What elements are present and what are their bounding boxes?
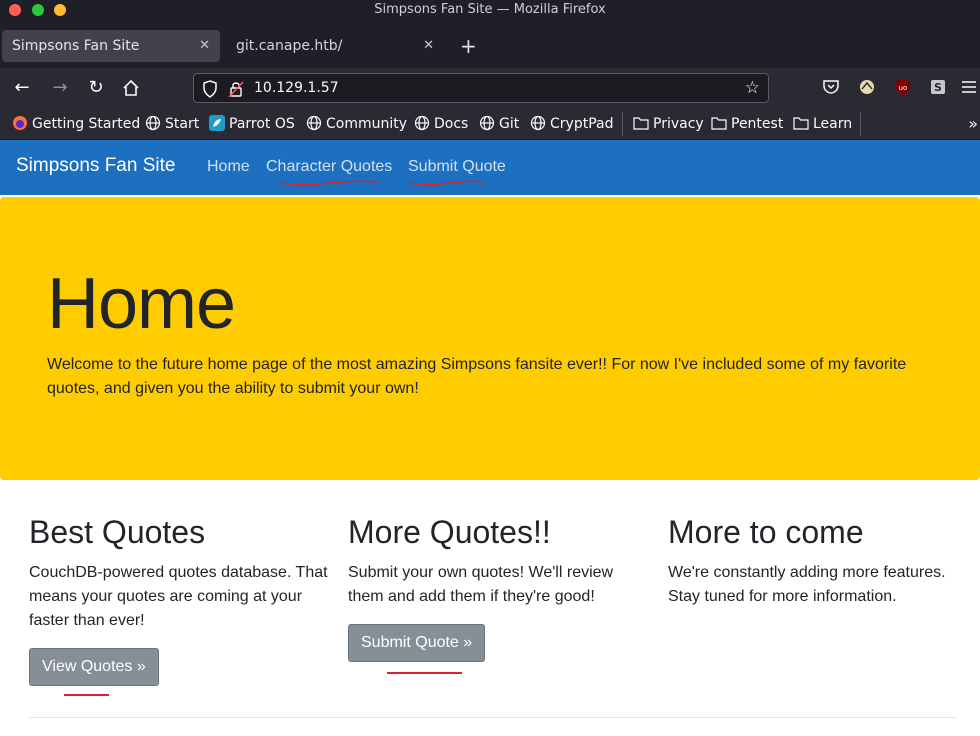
menu-icon[interactable] (960, 78, 978, 96)
new-tab-icon[interactable]: + (460, 34, 477, 58)
bookmark-docs[interactable]: Docs (414, 114, 468, 134)
bookmark-separator (860, 112, 861, 136)
divider (29, 717, 957, 718)
globe-icon (414, 115, 430, 131)
nav-character-quotes[interactable]: Character Quotes (266, 158, 392, 176)
svg-text:S: S (934, 81, 942, 94)
tab-strip: Simpsons Fan Site ✕ git.canape.htb/ ✕ + (0, 22, 980, 68)
back-icon[interactable]: ← (10, 76, 34, 100)
close-icon[interactable]: ✕ (199, 30, 210, 62)
browser-toolbar: ← → ↻ 10.129.1.57 ☆ uo S (0, 68, 980, 108)
shield-icon[interactable] (202, 80, 218, 102)
tab-git[interactable]: git.canape.htb/ ✕ (226, 30, 444, 62)
bookmarks-toolbar: Getting Started Start Parrot OS Communit… (0, 108, 980, 140)
reload-icon[interactable]: ↻ (84, 76, 108, 100)
submit-quote-button[interactable]: Submit Quote » (348, 624, 486, 662)
nav-home[interactable]: Home (207, 158, 250, 176)
close-window-button[interactable] (9, 4, 21, 16)
window-title: Simpsons Fan Site — Mozilla Firefox (374, 2, 606, 17)
folder-icon (633, 115, 649, 131)
insecure-lock-icon[interactable] (228, 80, 244, 102)
extension-icon[interactable] (858, 78, 876, 96)
column-text: Submit your own quotes! We'll review the… (348, 564, 614, 605)
column-more-quotes: More Quotes!! Submit your own quotes! We… (348, 514, 648, 609)
bookmark-parrot-os[interactable]: Parrot OS (209, 114, 295, 134)
tab-simpsons[interactable]: Simpsons Fan Site ✕ (2, 30, 220, 62)
folder-icon (793, 115, 809, 131)
view-quotes-button[interactable]: View Quotes » (29, 648, 159, 686)
stylus-icon[interactable]: S (929, 78, 947, 96)
bookmark-star-icon[interactable]: ☆ (745, 78, 760, 98)
column-more-to-come: More to come We're constantly adding mor… (668, 514, 968, 609)
bookmark-separator (622, 112, 623, 136)
url-bar[interactable]: 10.129.1.57 ☆ (193, 73, 769, 103)
site-navbar: Simpsons Fan Site Home Character Quotes … (0, 140, 980, 195)
bookmark-folder-pentest[interactable]: Pentest (711, 114, 783, 134)
bookmark-community[interactable]: Community (306, 114, 407, 134)
annotation-underline (410, 180, 484, 186)
site-brand[interactable]: Simpsons Fan Site (16, 155, 175, 177)
column-best-quotes: Best Quotes CouchDB-powered quotes datab… (29, 514, 329, 633)
bookmarks-overflow-icon[interactable]: » (968, 114, 978, 133)
maximize-window-button[interactable] (32, 4, 44, 16)
bookmark-git[interactable]: Git (479, 114, 519, 134)
parrot-icon (209, 115, 225, 131)
welcome-text: Welcome to the future home page of the m… (47, 356, 907, 397)
pocket-icon[interactable] (822, 78, 840, 96)
column-text: We're constantly adding more features. S… (668, 564, 946, 605)
column-heading: More Quotes!! (348, 514, 551, 550)
column-text: CouchDB-powered quotes database. That me… (29, 564, 328, 629)
jumbotron: Home Welcome to the future home page of … (0, 197, 980, 480)
folder-icon (711, 115, 727, 131)
column-heading: Best Quotes (29, 514, 206, 550)
firefox-icon (12, 115, 28, 131)
svg-text:uo: uo (899, 84, 908, 92)
annotation-underline (64, 694, 109, 696)
column-heading: More to come (668, 514, 864, 550)
bookmark-start[interactable]: Start (145, 114, 199, 134)
home-icon[interactable] (119, 76, 143, 100)
annotation-underline (280, 180, 380, 186)
bookmark-folder-privacy[interactable]: Privacy (633, 114, 704, 134)
tab-label: git.canape.htb/ (236, 38, 343, 54)
url-text: 10.129.1.57 (254, 80, 339, 96)
globe-icon (306, 115, 322, 131)
window-titlebar: Simpsons Fan Site — Mozilla Firefox (0, 0, 980, 22)
bookmark-cryptpad[interactable]: CryptPad (530, 114, 613, 134)
globe-icon (479, 115, 495, 131)
annotation-underline (387, 672, 462, 674)
forward-icon[interactable]: → (48, 76, 72, 100)
page-title: Home (47, 264, 236, 344)
bookmark-getting-started[interactable]: Getting Started (12, 114, 140, 134)
tab-label: Simpsons Fan Site (12, 38, 140, 54)
close-icon[interactable]: ✕ (423, 30, 434, 62)
bookmark-folder-learn[interactable]: Learn (793, 114, 852, 134)
globe-icon (530, 115, 546, 131)
ublock-icon[interactable]: uo (894, 78, 912, 96)
minimize-window-button[interactable] (54, 4, 66, 16)
globe-icon (145, 115, 161, 131)
nav-submit-quote[interactable]: Submit Quote (408, 158, 506, 176)
